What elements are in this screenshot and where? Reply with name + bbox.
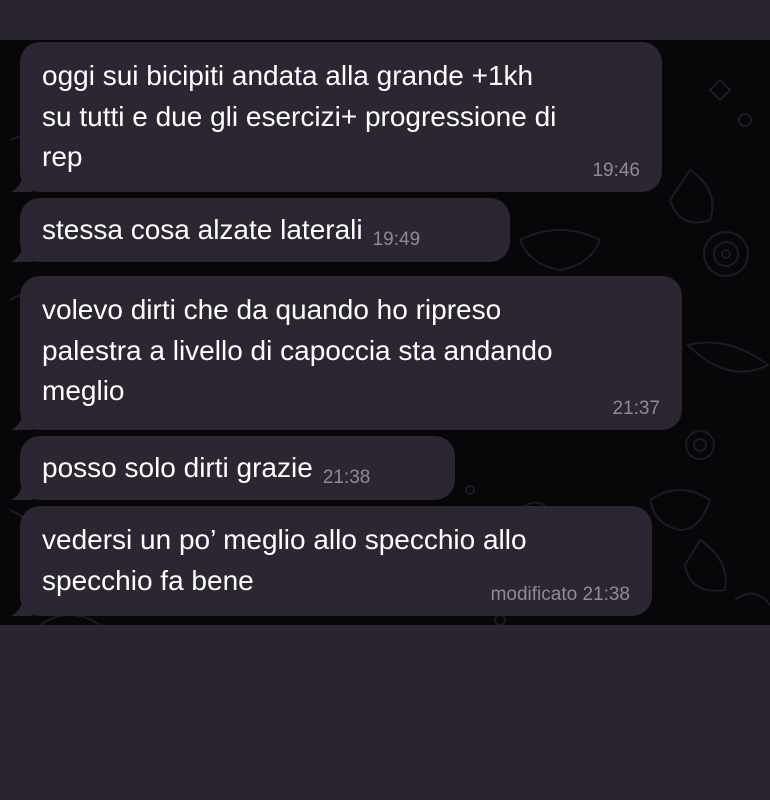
message-timestamp: 21:37: [612, 398, 660, 419]
message-text-line: oggi sui bicipiti andata alla grande +1k…: [42, 60, 534, 91]
top-bar-area: [0, 0, 770, 40]
message-text-line: stessa cosa alzate laterali: [42, 214, 363, 245]
bubble-tail: [11, 478, 33, 500]
bubble-tail: [11, 408, 33, 430]
bubble-tail: [11, 170, 33, 192]
message-text-line: meglio: [42, 375, 125, 406]
message-bubble[interactable]: oggi sui bicipiti andata alla grande +1k…: [11, 42, 662, 192]
message-timestamp: modificato 21:38: [490, 584, 630, 605]
message-text-line: rep: [42, 141, 83, 172]
message-timestamp: 19:46: [592, 160, 640, 181]
message-timestamp: 19:49: [372, 229, 421, 250]
message-bubble[interactable]: volevo dirti che da quando ho ripreso pa…: [11, 276, 682, 430]
message-text-line: posso solo dirti grazie: [42, 452, 313, 483]
message-bubble[interactable]: posso solo dirti grazie 21:38: [11, 436, 455, 500]
message-text-line: vedersi un po’ meglio allo specchio allo: [42, 524, 527, 555]
bottom-bar-area: [0, 625, 770, 800]
message-text-line: volevo dirti che da quando ho ripreso: [42, 294, 502, 325]
bubble-tail: [11, 594, 33, 616]
message-text-line: palestra a livello di capoccia sta andan…: [42, 334, 553, 366]
message-bubble[interactable]: stessa cosa alzate laterali 19:49: [11, 198, 510, 262]
message-timestamp: 21:38: [322, 467, 371, 488]
message-text-line: su tutti e due gli esercizi+ progression…: [42, 100, 557, 132]
bubble-tail: [11, 240, 33, 262]
message-bubble[interactable]: vedersi un po’ meglio allo specchio allo…: [11, 506, 652, 616]
